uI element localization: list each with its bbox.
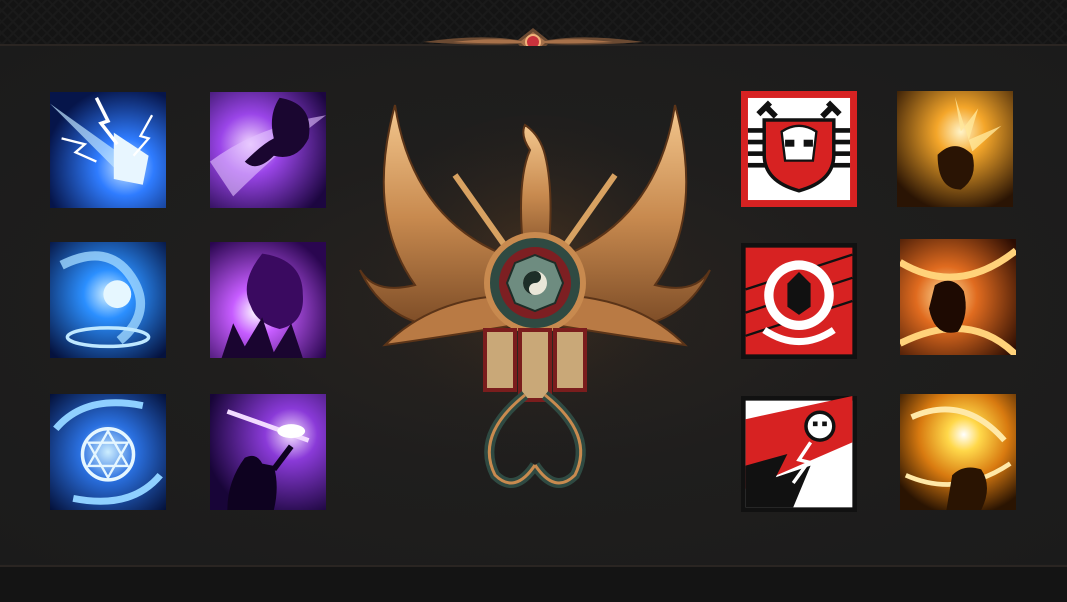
water-whirl-icon[interactable] <box>50 242 166 358</box>
lightning-dash-icon[interactable] <box>50 92 166 208</box>
arcane-sigil-icon[interactable] <box>50 394 166 510</box>
shadow-spirit-icon[interactable] <box>210 92 326 208</box>
fire-slash-icon[interactable] <box>900 239 1016 355</box>
skull-lightning-icon[interactable] <box>741 396 857 512</box>
golden-phoenix-taiji-emblem-icon <box>359 104 711 488</box>
skull-shield-icon[interactable] <box>741 91 857 207</box>
bottom-bar <box>0 565 1067 602</box>
warrior-strike-icon[interactable] <box>210 394 326 510</box>
sun-warrior-icon[interactable] <box>897 91 1013 207</box>
crescent-mask-icon[interactable] <box>741 243 857 359</box>
dark-flame-icon[interactable] <box>210 242 326 358</box>
radiant-burst-icon[interactable] <box>900 394 1016 510</box>
